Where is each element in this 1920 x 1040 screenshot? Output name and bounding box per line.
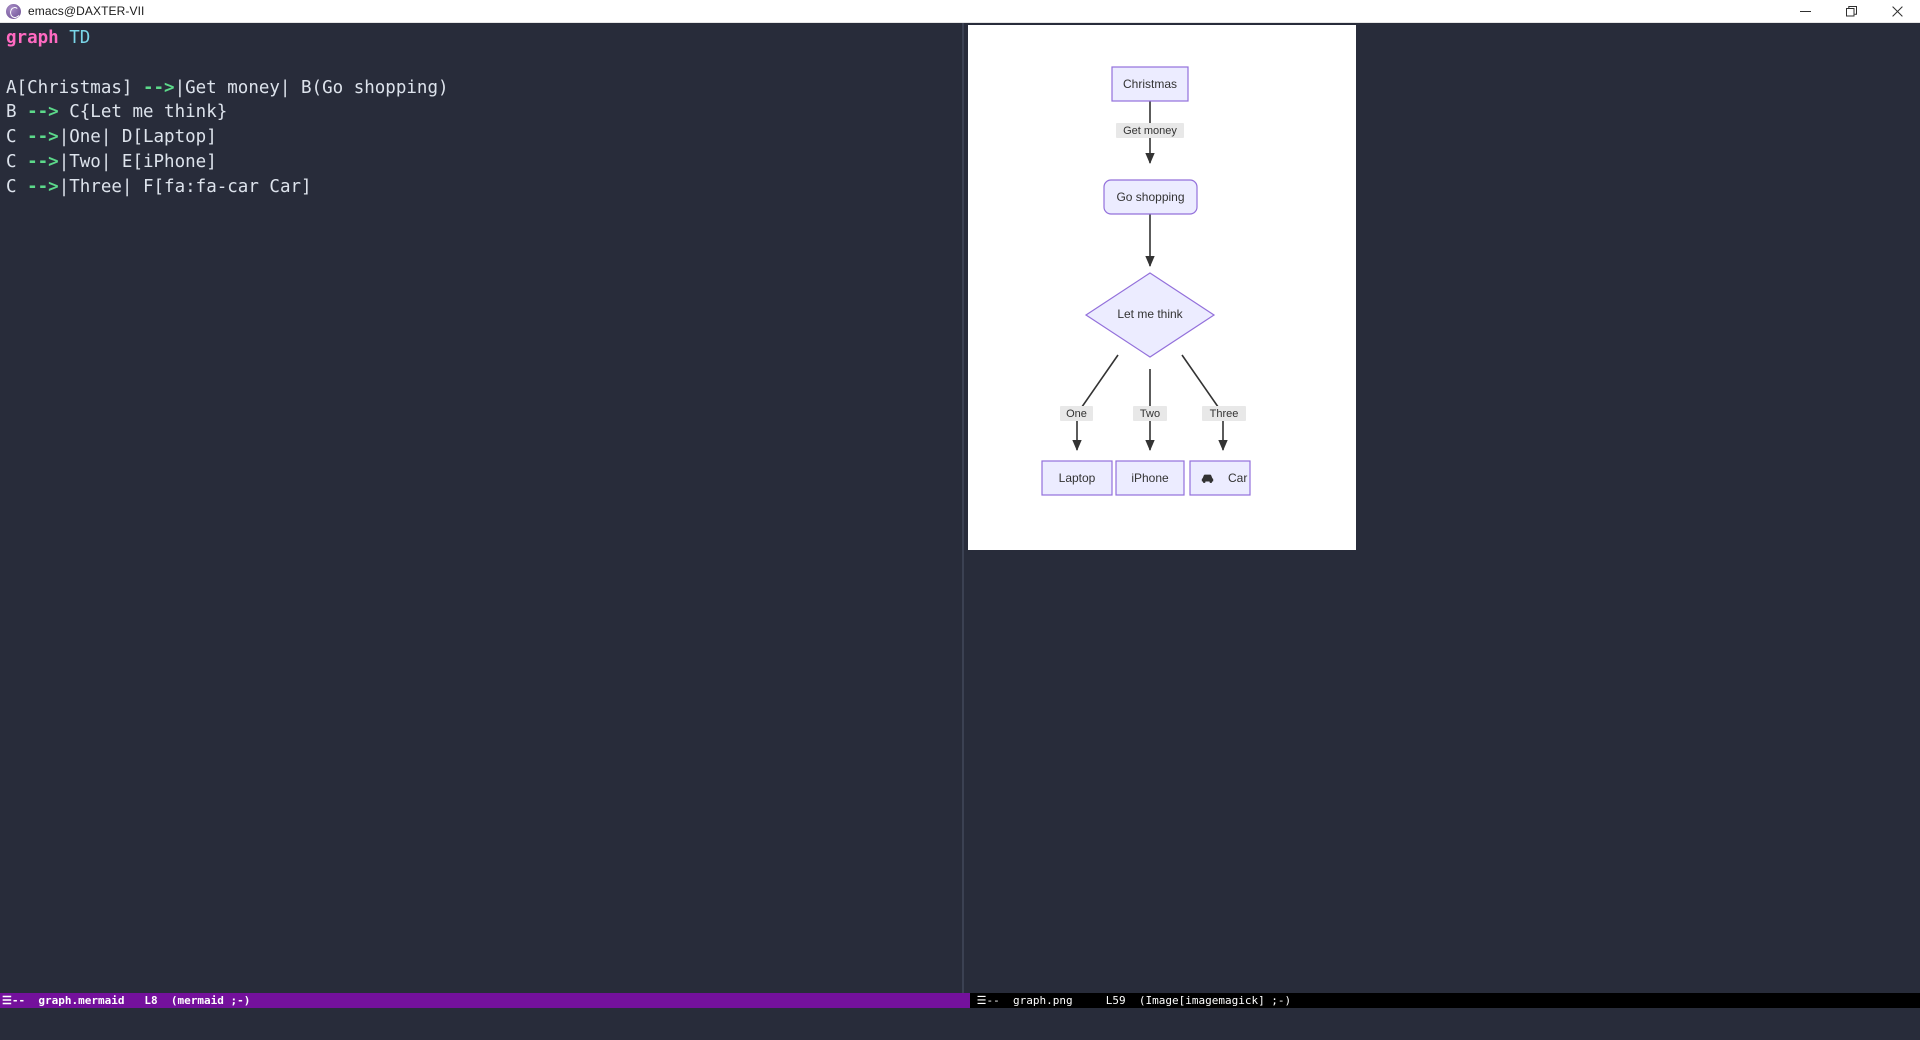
edge-label-text: Get money (1123, 125, 1177, 137)
code-token: B (6, 102, 28, 123)
code-token: graph (6, 28, 59, 48)
code-token: C (6, 176, 28, 197)
window-title: emacs@DAXTER-VII (28, 4, 145, 18)
code-line: C -->|Three| F[fa:fa-car Car] (6, 175, 449, 200)
code-token: --> (27, 151, 59, 172)
modeline-menu-icon[interactable]: ☰ (2, 994, 12, 1007)
diagram-node-laptop[interactable]: Laptop (1041, 460, 1113, 496)
modeline-accent-block (962, 993, 970, 1008)
diagram-node-car[interactable]: Car (1189, 460, 1251, 496)
minimize-icon[interactable] (1782, 0, 1828, 23)
code-line: C -->|Two| E[iPhone] (6, 150, 449, 175)
modeline-buffer-name[interactable]: graph.mermaid (38, 994, 124, 1007)
edge-label-three: Three (1202, 406, 1246, 421)
diagram-node-let-me-think[interactable]: Let me think (1084, 272, 1216, 358)
diagram-node-go-shopping[interactable]: Go shopping (1103, 179, 1198, 215)
modeline-image-buffer[interactable]: ☰ -- graph.png L59 (Image[imagemagick] ;… (962, 993, 1920, 1008)
modeline-line-number: L8 (144, 994, 158, 1007)
mermaid-diagram-canvas: Get money One Two Three Christmas Go sho… (968, 25, 1356, 550)
restore-icon[interactable] (1828, 0, 1874, 23)
code-token: --> (142, 77, 175, 98)
code-token: --> (27, 102, 59, 123)
diagram-node-iphone[interactable]: iPhone (1115, 460, 1185, 496)
edge-C-D (1072, 354, 1119, 451)
modeline-modified-flag: -- (986, 994, 1000, 1007)
close-icon[interactable] (1874, 0, 1920, 23)
code-token: C (6, 127, 28, 148)
code-token: |Two| E[iPhone] (58, 151, 217, 172)
mermaid-source-code[interactable]: graph TD A[Christmas] -->|Get money| B(G… (6, 26, 449, 200)
code-token: |Get money| B(Go shopping) (174, 77, 449, 98)
window-controls (1782, 0, 1920, 23)
node-label: Go shopping (1116, 190, 1184, 204)
code-token: C{Let me think} (58, 102, 228, 123)
code-token: --> (27, 176, 59, 197)
edge-label-get-money: Get money (1116, 123, 1184, 138)
edge-label-two: Two (1133, 406, 1167, 421)
code-token: C (6, 151, 28, 172)
code-line: C -->|One| D[Laptop] (6, 125, 449, 150)
node-label: Christmas (1123, 77, 1177, 91)
modeline-major-mode[interactable]: (mermaid ;-) (171, 994, 250, 1007)
modeline-menu-icon[interactable]: ☰ (977, 994, 987, 1007)
code-line: graph TD (6, 26, 449, 51)
code-token: TD (69, 28, 91, 48)
code-line: B --> C{Let me think} (6, 100, 449, 125)
modeline-major-mode[interactable]: (Image[imagemagick] ;-) (1139, 994, 1291, 1007)
node-label: Let me think (1117, 307, 1183, 321)
modeline-buffer-name[interactable]: graph.png (1013, 994, 1073, 1007)
edge-label-one: One (1060, 406, 1093, 421)
window-titlebar: emacs@DAXTER-VII (0, 0, 1920, 23)
emacs-logo-icon (6, 3, 21, 19)
node-label: iPhone (1131, 471, 1169, 485)
code-token: |One| D[Laptop] (58, 127, 217, 148)
modeline-code-buffer[interactable]: ☰ -- graph.mermaid L8 (mermaid ;-) (0, 993, 962, 1008)
echo-area (0, 1008, 1920, 1040)
node-label: Car (1228, 471, 1247, 485)
edge-label-text: Three (1210, 408, 1239, 420)
code-buffer-window[interactable]: graph TD A[Christmas] -->|Get money| B(G… (0, 23, 962, 1016)
emacs-frame: graph TD A[Christmas] -->|Get money| B(G… (0, 23, 1920, 1016)
diagram-node-christmas[interactable]: Christmas (1111, 66, 1189, 102)
edge-C-F (1181, 354, 1228, 451)
edge-label-text: Two (1140, 408, 1160, 420)
edge-label-text: One (1066, 408, 1087, 420)
modeline-line-number: L59 (1105, 994, 1126, 1007)
titlebar-left-group: emacs@DAXTER-VII (0, 3, 145, 19)
code-token: |Three| F[fa:fa-car Car] (58, 176, 312, 197)
image-buffer-window[interactable]: Get money One Two Three Christmas Go sho… (964, 23, 1920, 1016)
code-token: A[Christmas] (6, 77, 143, 98)
code-line: A[Christmas] -->|Get money| B(Go shoppin… (6, 76, 449, 101)
code-token: --> (27, 127, 59, 148)
modeline-modified-flag: -- (11, 994, 26, 1007)
node-label: Laptop (1059, 471, 1096, 485)
